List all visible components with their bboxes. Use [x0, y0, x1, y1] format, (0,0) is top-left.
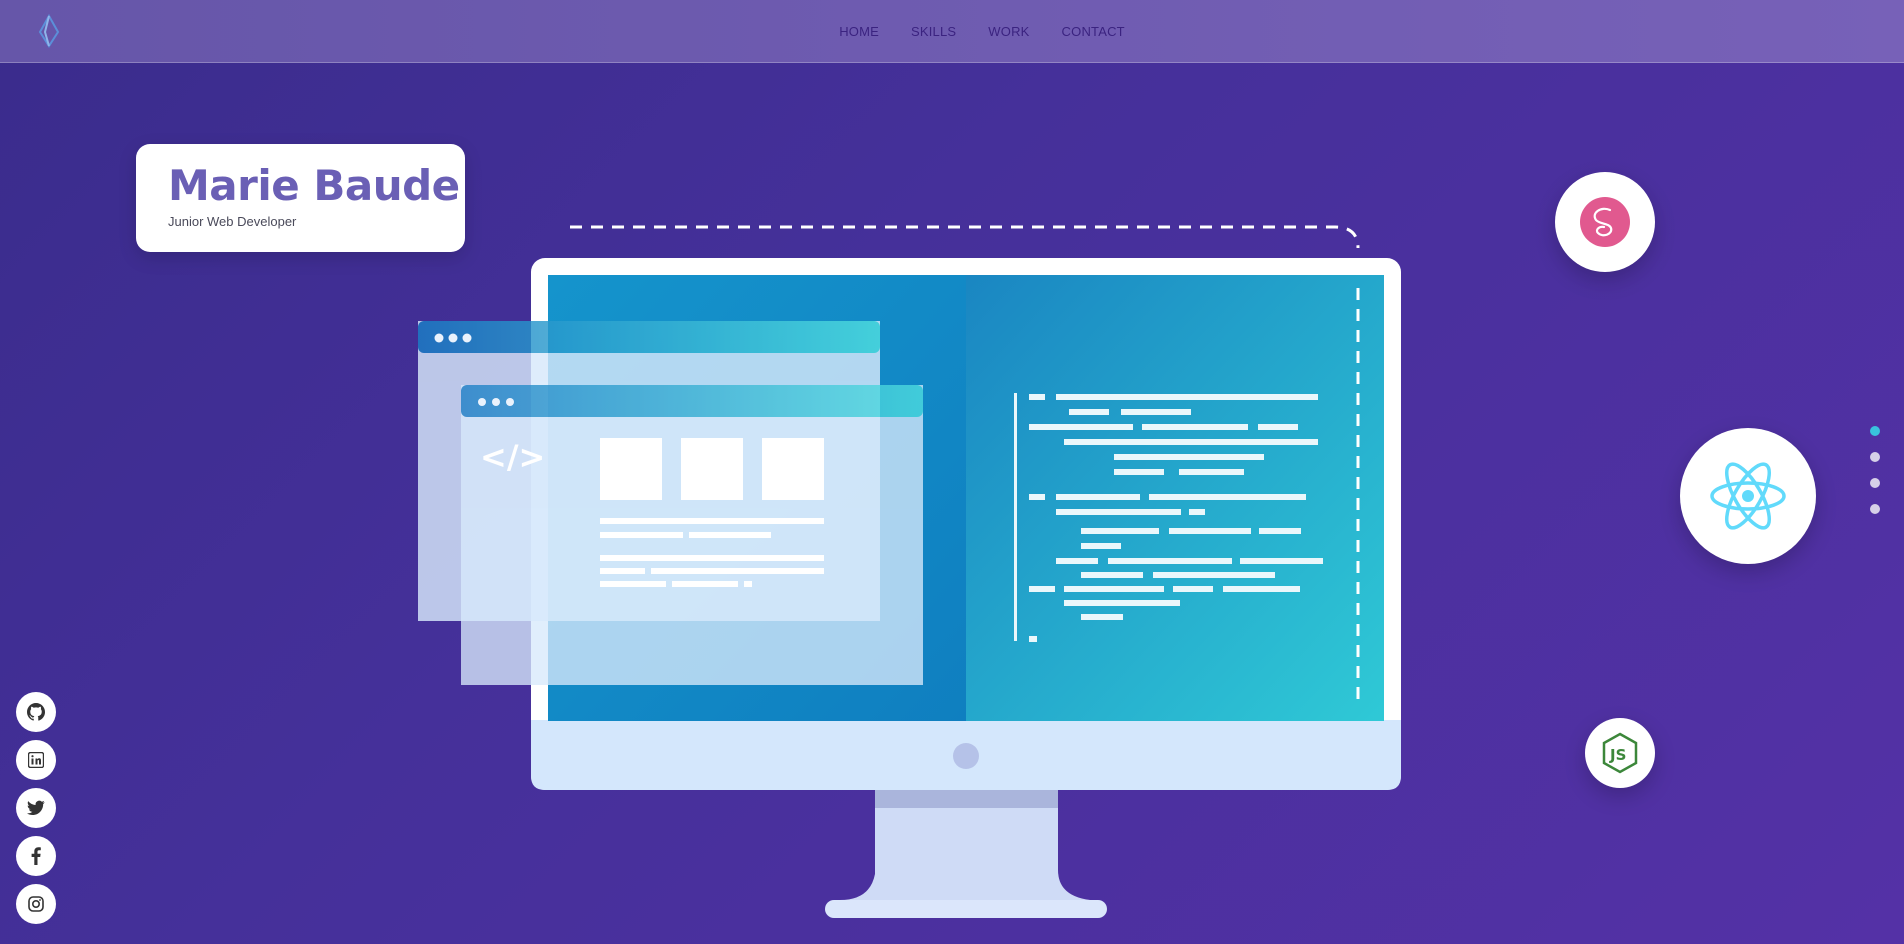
svg-text:JS: JS	[1609, 746, 1626, 764]
react-logo-icon	[1710, 462, 1786, 530]
twitter-link[interactable]	[16, 788, 56, 828]
pagination-dot-3[interactable]	[1870, 478, 1880, 488]
linkedin-icon	[28, 752, 44, 768]
facebook-link[interactable]	[16, 836, 56, 876]
facebook-icon	[31, 847, 41, 865]
nav-home-link[interactable]: HOME	[839, 24, 879, 39]
twitter-icon	[27, 800, 45, 815]
sass-logo-icon	[1580, 197, 1630, 247]
nav-work-link[interactable]: WORK	[988, 24, 1029, 39]
linkedin-link[interactable]	[16, 740, 56, 780]
sass-badge	[1555, 172, 1655, 272]
nav-skills-link[interactable]: SKILLS	[911, 24, 956, 39]
computer-illustration: </>	[418, 225, 1401, 918]
nodejs-badge: JS	[1585, 718, 1655, 788]
github-icon	[27, 703, 45, 721]
hero-name: Marie Baude	[168, 161, 460, 210]
nav-links: HOME SKILLS WORK CONTACT	[0, 0, 1904, 62]
navbar: HOME SKILLS WORK CONTACT	[0, 0, 1904, 63]
instagram-link[interactable]	[16, 884, 56, 924]
pagination-dot-4[interactable]	[1870, 504, 1880, 514]
pagination-dot-1[interactable]	[1870, 426, 1880, 436]
social-links	[16, 692, 56, 932]
react-badge	[1680, 428, 1816, 564]
nav-contact-link[interactable]: CONTACT	[1062, 24, 1125, 39]
section-pagination	[1870, 426, 1880, 530]
nodejs-logo-icon: JS	[1602, 732, 1638, 774]
instagram-icon	[28, 896, 44, 912]
pagination-dot-2[interactable]	[1870, 452, 1880, 462]
code-tag-label: </>	[480, 438, 545, 476]
github-link[interactable]	[16, 692, 56, 732]
